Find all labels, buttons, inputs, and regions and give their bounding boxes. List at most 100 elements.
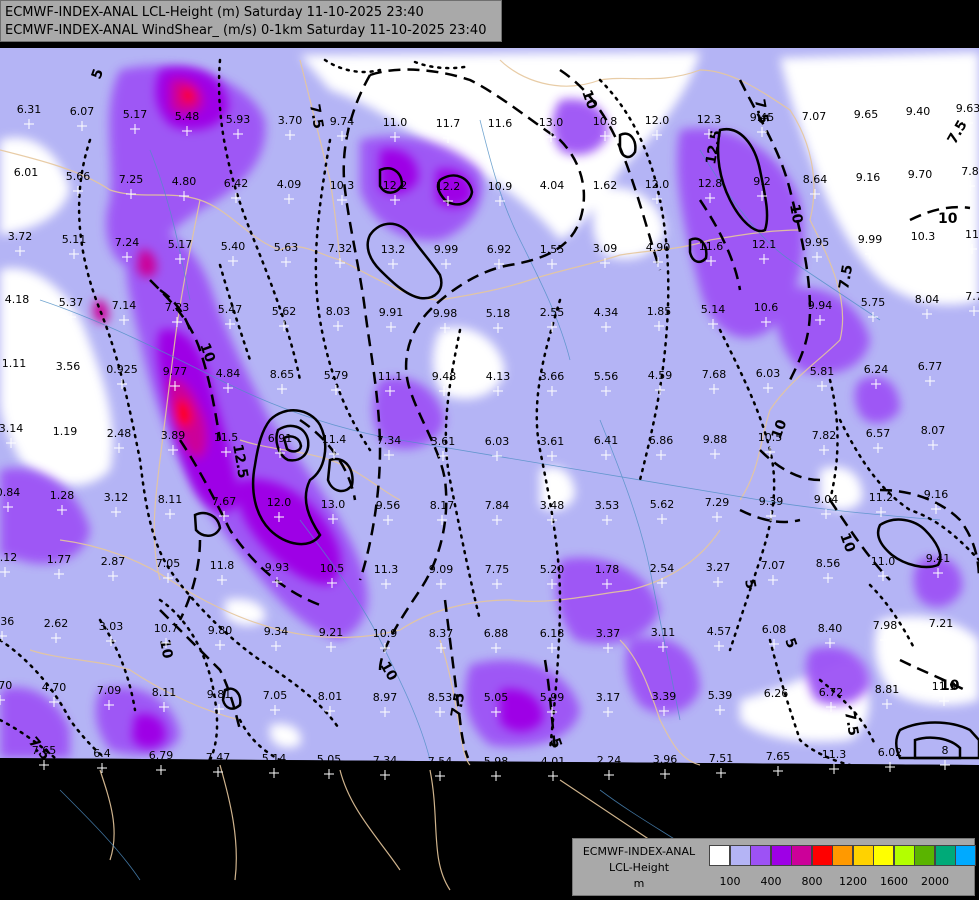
grid-point-value: 4.09	[277, 178, 302, 191]
grid-point-value: 13.2	[381, 243, 406, 256]
grid-point-value: 7.65	[766, 750, 791, 763]
grid-point-value: 3.37	[596, 627, 621, 640]
grid-point-value: 0.84	[0, 486, 20, 499]
grid-point-value: 5.79	[324, 369, 349, 382]
grid-point-value: 5.66	[66, 170, 91, 183]
grid-point-value: 5.75	[861, 296, 886, 309]
grid-point-value: 3.89	[161, 429, 186, 442]
grid-point-value: 7.14	[112, 299, 137, 312]
legend-variable-name: LCL-Height	[608, 861, 670, 874]
grid-point-value: 5.98	[484, 755, 509, 768]
grid-point-value: 3.96	[653, 753, 678, 766]
grid-point-value: 3.09	[593, 242, 618, 255]
legend-swatch	[852, 845, 874, 866]
grid-point-value: 9.99	[434, 243, 459, 256]
grid-point-value: 3.03	[99, 620, 124, 633]
grid-point-value: 5.11	[62, 233, 87, 246]
grid-point-value: 2.48	[107, 427, 132, 440]
grid-point-value: 1.85	[647, 305, 672, 318]
grid-point-value: 6.79	[149, 749, 174, 762]
color-legend: ECMWF-INDEX-ANAL LCL-Height m 100 400 800 1…	[572, 838, 976, 896]
grid-point-value: 0.925	[106, 363, 138, 376]
grid-point-value: 9.95	[805, 236, 830, 249]
grid-point-value: 8.56	[816, 557, 841, 570]
grid-point-value: 1.11	[2, 357, 27, 370]
legend-tick-label: 100	[719, 875, 741, 888]
grid-point-value: 5.18	[486, 307, 511, 320]
legend-swatch	[914, 845, 935, 866]
grid-point-value: 7.32	[328, 242, 353, 255]
grid-point-value: 3.72	[8, 230, 33, 243]
grid-point-value: 3.70	[0, 679, 12, 692]
grid-point-value: 3.61	[540, 435, 565, 448]
legend-swatch	[934, 845, 956, 866]
grid-point-value: 9.77	[163, 365, 188, 378]
grid-point-value: 8.97	[373, 691, 398, 704]
grid-point-value: 10.9	[373, 627, 398, 640]
grid-point-value: 3.17	[596, 691, 621, 704]
grid-point-value: 8.11	[158, 493, 183, 506]
legend-swatch	[893, 845, 915, 866]
grid-point-value: 5.62	[650, 498, 675, 511]
contour-label-10: 10	[786, 203, 805, 225]
grid-point-value: 4.34	[594, 306, 619, 319]
grid-point-value: 11.1	[378, 370, 403, 383]
grid-point-value: 7.7	[965, 290, 979, 303]
grid-point-value: 11.6	[699, 240, 724, 253]
legend-swatch	[770, 845, 792, 866]
grid-point-value: 6.08	[762, 623, 787, 636]
grid-point-value: 8.65	[270, 368, 295, 381]
grid-point-value: 7.8	[961, 165, 979, 178]
grid-point-value: 8.17	[430, 499, 455, 512]
grid-point-value: 9.63	[956, 102, 979, 115]
map-title-box: ECMWF-INDEX-ANAL LCL-Height (m) Saturday…	[0, 0, 502, 42]
grid-point-value: 13.0	[539, 116, 564, 129]
grid-point-value: 3.12	[104, 491, 129, 504]
grid-point-value: 8.03	[326, 305, 351, 318]
grid-point-value: 9.65	[854, 108, 879, 121]
grid-point-value: 7.47	[206, 751, 231, 764]
legend-swatch	[955, 845, 976, 866]
grid-point-value: 1.62	[593, 179, 618, 192]
weather-map: 5 7.5 10 7.5 12.5 10 7.5 10 7.5 10 12.5 …	[0, 0, 979, 900]
grid-point-value: 4.01	[541, 755, 566, 768]
grid-point-value: 9.88	[703, 433, 728, 446]
grid-point-value: 5.47	[218, 303, 243, 316]
legend-tick-label: 1600	[880, 875, 908, 888]
grid-point-value: 6.41	[594, 434, 619, 447]
grid-point-value: 2.87	[101, 555, 126, 568]
grid-point-value: 4.70	[42, 681, 67, 694]
grid-point-value: 9.81	[207, 688, 232, 701]
grid-point-value: 12.0	[645, 178, 670, 191]
grid-point-value: 11.0	[383, 116, 408, 129]
grid-point-value: 12.0	[645, 114, 670, 127]
grid-point-value: 4.84	[216, 367, 241, 380]
grid-point-value: 7.25	[119, 173, 144, 186]
grid-point-value: 9.98	[433, 307, 458, 320]
grid-point-value: 5.39	[708, 689, 733, 702]
grid-point-value: 8.11	[152, 686, 177, 699]
grid-point-value: 7.82	[812, 429, 837, 442]
grid-point-value: 5.56	[594, 370, 619, 383]
grid-point-value: 10.3	[330, 179, 355, 192]
grid-point-value: 6.42	[224, 177, 249, 190]
grid-point-value: 8	[942, 744, 949, 757]
grid-point-value: 6.03	[485, 435, 510, 448]
grid-point-value: 6.24	[864, 363, 889, 376]
grid-point-value: 6.31	[17, 103, 42, 116]
legend-tick-label: 2000	[921, 875, 949, 888]
grid-point-value: 8.01	[318, 690, 343, 703]
grid-point-value: 6.26	[764, 687, 789, 700]
grid-point-value: 10.7	[154, 622, 179, 635]
grid-point-value: 9.99	[858, 233, 883, 246]
grid-point-value: 4.13	[486, 370, 511, 383]
map-viewer: 5 7.5 10 7.5 12.5 10 7.5 10 7.5 10 12.5 …	[0, 0, 979, 900]
grid-point-value: 2.54	[650, 562, 675, 575]
grid-point-value: 10.9	[488, 180, 513, 193]
grid-point-value: 7.29	[705, 496, 730, 509]
grid-point-value: 5.17	[123, 108, 148, 121]
grid-point-value: 8.07	[921, 424, 946, 437]
grid-point-value: 11.3	[374, 563, 399, 576]
legend-tick-label: 1200	[839, 875, 867, 888]
grid-point-value: 12.0	[267, 496, 292, 509]
